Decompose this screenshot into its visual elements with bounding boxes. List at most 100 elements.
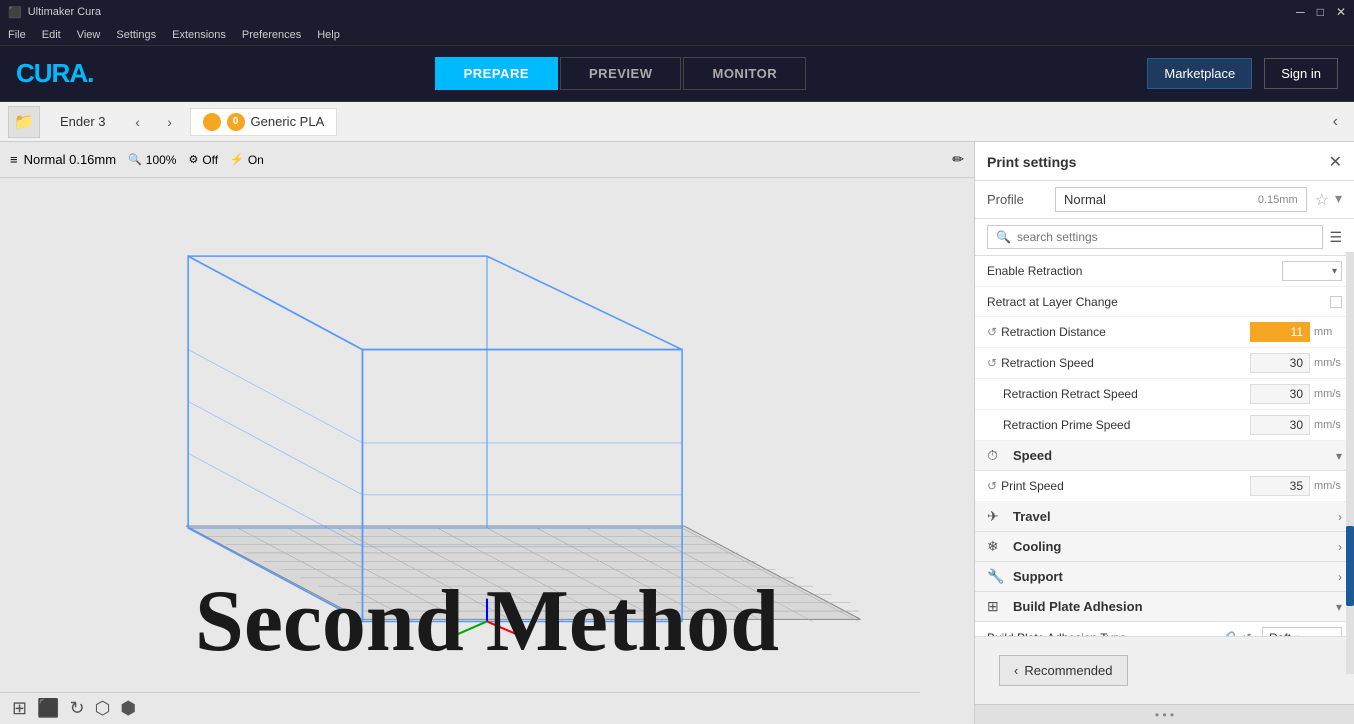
- scrollbar-thumb[interactable]: [1346, 526, 1354, 606]
- window-controls[interactable]: ─ □ ✕: [1296, 5, 1346, 19]
- support-tool-icon[interactable]: ⬢: [120, 698, 136, 719]
- menu-settings[interactable]: Settings: [116, 29, 156, 41]
- menu-extensions[interactable]: Extensions: [172, 29, 226, 41]
- back-arrow[interactable]: ‹: [1333, 113, 1338, 131]
- signin-button[interactable]: Sign in: [1264, 58, 1338, 89]
- travel-section-header[interactable]: ✈ Travel ›: [975, 502, 1354, 532]
- printer-next-arrow[interactable]: ›: [158, 110, 182, 134]
- retraction-prime-speed-label: Retraction Prime Speed: [987, 418, 1250, 432]
- build-plate-chevron: ▾: [1336, 600, 1342, 614]
- search-bar: 🔍 ☰: [975, 219, 1354, 256]
- top-header: CURA. PREPARE PREVIEW MONITOR Marketplac…: [0, 46, 1354, 102]
- adhesion-type-dropdown[interactable]: Raft ▾: [1262, 627, 1342, 636]
- search-icon: 🔍: [996, 230, 1011, 244]
- rotate-tool-icon[interactable]: ↻: [70, 698, 85, 719]
- print-speed-input[interactable]: 35: [1250, 476, 1310, 496]
- speed-section-icon: ⏱: [987, 447, 1005, 464]
- settings-list-icon[interactable]: ☰: [1329, 229, 1342, 246]
- retraction-distance-input[interactable]: 11: [1250, 322, 1310, 342]
- travel-chevron: ›: [1338, 510, 1342, 524]
- build-plate-section-header[interactable]: ⊞ Build Plate Adhesion ▾: [975, 592, 1354, 622]
- cooling-icon: ❄: [987, 538, 1005, 555]
- main-content: ≡ Normal 0.16mm 🔍 100% ⚙ Off ⚡ On ✏: [0, 142, 1354, 724]
- sub-header-left: 📁 Ender 3 ‹ › 0 Generic PLA: [8, 106, 1333, 138]
- profile-sublabel: 0.15mm: [1258, 194, 1298, 206]
- folder-icon: 📁: [14, 112, 34, 132]
- viewport-bottom-toolbar: ⊞ ⬛ ↻ ⬡ ⬢: [0, 692, 920, 724]
- close-btn-window[interactable]: ✕: [1336, 5, 1346, 19]
- header-right: Marketplace Sign in: [1147, 58, 1338, 89]
- material-selector[interactable]: 0 Generic PLA: [190, 108, 338, 136]
- maximize-btn[interactable]: □: [1317, 5, 1324, 19]
- nav-tabs: PREPARE PREVIEW MONITOR: [435, 57, 807, 90]
- profile-select-dropdown[interactable]: Normal 0.15mm: [1055, 187, 1307, 212]
- cooling-section-header[interactable]: ❄ Cooling ›: [975, 532, 1354, 562]
- menu-preferences[interactable]: Preferences: [242, 29, 301, 41]
- print-speed-reset-icon[interactable]: ↺: [987, 479, 997, 493]
- menu-help[interactable]: Help: [317, 29, 340, 41]
- retraction-speed-unit: mm/s: [1314, 357, 1342, 369]
- retraction-retract-speed-value-wrap: 30 mm/s: [1250, 384, 1342, 404]
- profile-chevron-icon[interactable]: ▾: [1335, 190, 1342, 210]
- app-icon: ⬛: [8, 6, 22, 19]
- tab-preview[interactable]: PREVIEW: [560, 57, 681, 90]
- retract-layer-label: Retract at Layer Change: [987, 295, 1330, 309]
- logo-dot: .: [87, 58, 93, 88]
- retract-layer-checkbox[interactable]: [1330, 296, 1342, 308]
- build-plate-section-title: Build Plate Adhesion: [1013, 599, 1328, 614]
- mirror-tool-icon[interactable]: ⬡: [95, 698, 111, 719]
- enable-retraction-dropdown-arrow: ▾: [1332, 266, 1337, 277]
- material-count-badge: 0: [227, 113, 245, 131]
- retraction-speed-input[interactable]: 30: [1250, 353, 1310, 373]
- retraction-distance-reset-icon[interactable]: ↺: [987, 325, 997, 339]
- tab-monitor[interactable]: MONITOR: [683, 57, 806, 90]
- cooling-chevron: ›: [1338, 540, 1342, 554]
- profile-row: Profile Normal 0.15mm ☆ ▾: [975, 181, 1354, 219]
- minimize-btn[interactable]: ─: [1296, 5, 1305, 19]
- retraction-retract-speed-input[interactable]: 30: [1250, 384, 1310, 404]
- printer-prev-arrow[interactable]: ‹: [126, 110, 150, 134]
- retraction-retract-speed-row: Retraction Retract Speed 30 mm/s: [975, 379, 1354, 410]
- search-input[interactable]: [1017, 230, 1314, 244]
- marketplace-button[interactable]: Marketplace: [1147, 58, 1252, 89]
- recommended-back-icon: ‹: [1014, 663, 1018, 678]
- window-title: ⬛ Ultimaker Cura: [8, 6, 101, 19]
- retraction-distance-value-wrap: 11 mm: [1250, 322, 1342, 342]
- support-icon: 🔧: [987, 568, 1005, 585]
- retraction-retract-speed-label: Retraction Retract Speed: [987, 387, 1250, 401]
- print-settings-close[interactable]: ✕: [1329, 152, 1342, 172]
- recommended-button[interactable]: ‹ Recommended: [999, 655, 1128, 686]
- settings-list: Enable Retraction ▾ Retract at Layer Cha…: [975, 256, 1354, 636]
- retraction-prime-speed-input[interactable]: 30: [1250, 415, 1310, 435]
- profile-select-value: Normal: [1064, 192, 1106, 207]
- retract-layer-change-row: Retract at Layer Change: [975, 287, 1354, 317]
- retraction-speed-label: Retraction Speed: [1001, 356, 1250, 370]
- retract-layer-value-wrap: [1330, 296, 1342, 308]
- profile-label: Profile: [987, 192, 1047, 207]
- speed-section-header[interactable]: ⏱ Speed ▾: [975, 441, 1354, 471]
- enable-retraction-dropdown[interactable]: ▾: [1282, 261, 1342, 281]
- material-name: Generic PLA: [251, 114, 325, 129]
- retraction-speed-reset-icon[interactable]: ↺: [987, 356, 997, 370]
- move-tool-icon[interactable]: ⊞: [12, 698, 27, 719]
- scale-tool-icon[interactable]: ⬛: [37, 698, 59, 719]
- menu-edit[interactable]: Edit: [42, 29, 61, 41]
- support-section-header[interactable]: 🔧 Support ›: [975, 562, 1354, 592]
- open-folder-button[interactable]: 📁: [8, 106, 40, 138]
- logo-text: CURA: [16, 58, 87, 88]
- sub-header-right: ‹: [1333, 113, 1346, 131]
- bottom-expand-bar[interactable]: • • •: [975, 704, 1354, 724]
- travel-section-title: Travel: [1013, 509, 1330, 524]
- star-icon[interactable]: ☆: [1315, 190, 1329, 210]
- viewport[interactable]: ≡ Normal 0.16mm 🔍 100% ⚙ Off ⚡ On ✏: [0, 142, 974, 724]
- print-speed-label: Print Speed: [1001, 479, 1250, 493]
- enable-retraction-value-wrap: ▾: [1282, 261, 1342, 281]
- retraction-speed-row: ↺ Retraction Speed 30 mm/s: [975, 348, 1354, 379]
- print-settings-title: Print settings: [987, 154, 1076, 170]
- search-input-wrap[interactable]: 🔍: [987, 225, 1323, 249]
- material-color-circle: [203, 113, 221, 131]
- second-method-text: Second Method: [195, 571, 779, 672]
- tab-prepare[interactable]: PREPARE: [435, 57, 558, 90]
- menu-file[interactable]: File: [8, 29, 26, 41]
- menu-view[interactable]: View: [77, 29, 101, 41]
